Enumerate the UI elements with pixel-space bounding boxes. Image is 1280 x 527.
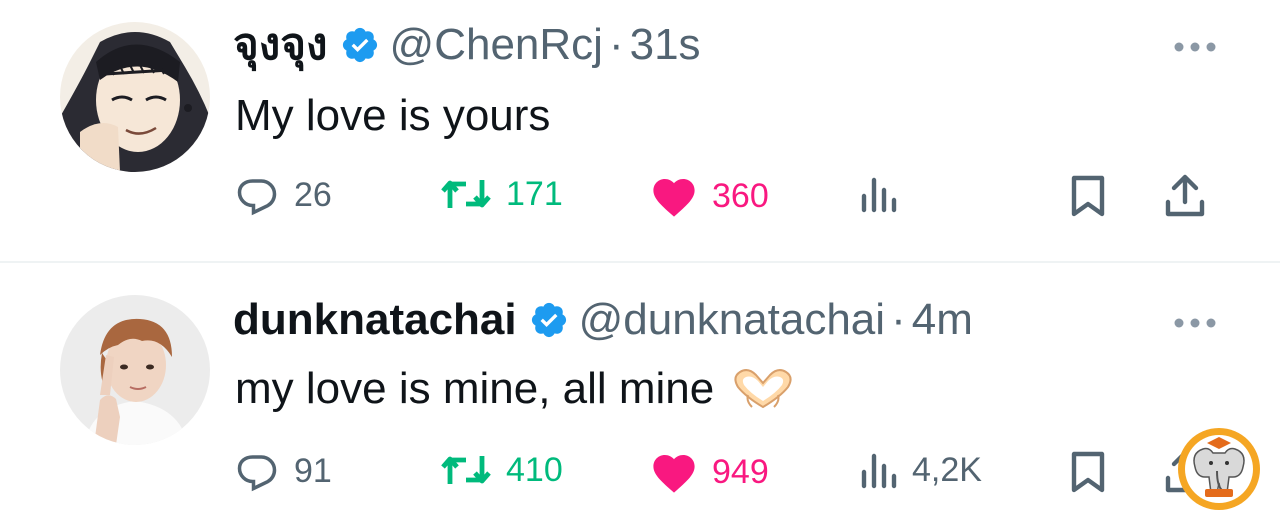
tweet-text: my love is mine, all mine (235, 363, 794, 415)
tweet-text-content: my love is mine, all mine (235, 364, 715, 413)
avatar-person-photo (60, 295, 210, 445)
avatar[interactable] (60, 22, 210, 172)
verified-badge-icon (531, 302, 566, 338)
tweet-text-content: My love is yours (235, 91, 551, 140)
like-button[interactable]: 949 (650, 450, 769, 494)
retweet-count: 171 (506, 175, 563, 213)
retweet-icon (441, 180, 491, 208)
reply-count: 91 (294, 452, 332, 490)
retweet-button[interactable]: 171 (440, 174, 563, 214)
user-handle[interactable]: @dunknatachai (579, 294, 885, 346)
display-name[interactable]: จุงจุง (233, 19, 328, 71)
like-count: 360 (712, 177, 769, 215)
tweet-header: จุงจุง @ChenRcj · 31s (233, 19, 701, 71)
like-count: 949 (712, 453, 769, 491)
views-button[interactable] (858, 174, 912, 214)
user-handle[interactable]: @ChenRcj (390, 19, 603, 71)
views-chart-icon (861, 177, 897, 213)
bookmark-icon (1071, 451, 1105, 493)
heart-icon (653, 179, 695, 217)
like-button[interactable]: 360 (650, 174, 769, 218)
retweet-button[interactable]: 410 (440, 450, 563, 490)
tweet-text: My love is yours (235, 90, 550, 142)
heart-hands-emoji-icon (734, 369, 792, 409)
reply-button[interactable]: 91 (234, 450, 332, 492)
separator-dot: · (891, 295, 906, 344)
tweet-header: dunknatachai @dunknatachai · 4m (233, 294, 973, 346)
timestamp[interactable]: 4m (912, 294, 973, 346)
display-name[interactable]: dunknatachai (233, 294, 517, 346)
verified-badge-icon (342, 27, 377, 63)
share-button[interactable] (1164, 174, 1220, 218)
reply-count: 26 (294, 176, 332, 214)
bookmark-button[interactable] (1068, 450, 1122, 494)
heart-icon (653, 455, 695, 493)
more-options-icon[interactable] (1172, 40, 1218, 54)
bookmark-icon (1071, 175, 1105, 217)
avatar-anime-character-image (60, 22, 210, 172)
retweet-count: 410 (506, 451, 563, 489)
views-chart-icon (861, 453, 897, 489)
separator-dot: · (608, 20, 624, 69)
views-button[interactable]: 4,2K (858, 450, 982, 490)
retweet-icon (441, 456, 491, 484)
bookmark-button[interactable] (1068, 174, 1122, 218)
more-options-icon[interactable] (1172, 316, 1218, 330)
tweet[interactable]: dunknatachai @dunknatachai · 4m my love … (0, 263, 1280, 527)
elephant-logo-watermark (1178, 428, 1260, 510)
avatar[interactable] (60, 295, 210, 445)
reply-icon (237, 179, 277, 216)
reply-icon (237, 455, 277, 492)
views-count: 4,2K (912, 451, 982, 489)
reply-button[interactable]: 26 (234, 174, 332, 216)
timestamp[interactable]: 31s (630, 19, 701, 71)
tweet[interactable]: จุงจุง @ChenRcj · 31s My love is yours 2… (0, 0, 1280, 262)
share-icon (1165, 174, 1205, 217)
